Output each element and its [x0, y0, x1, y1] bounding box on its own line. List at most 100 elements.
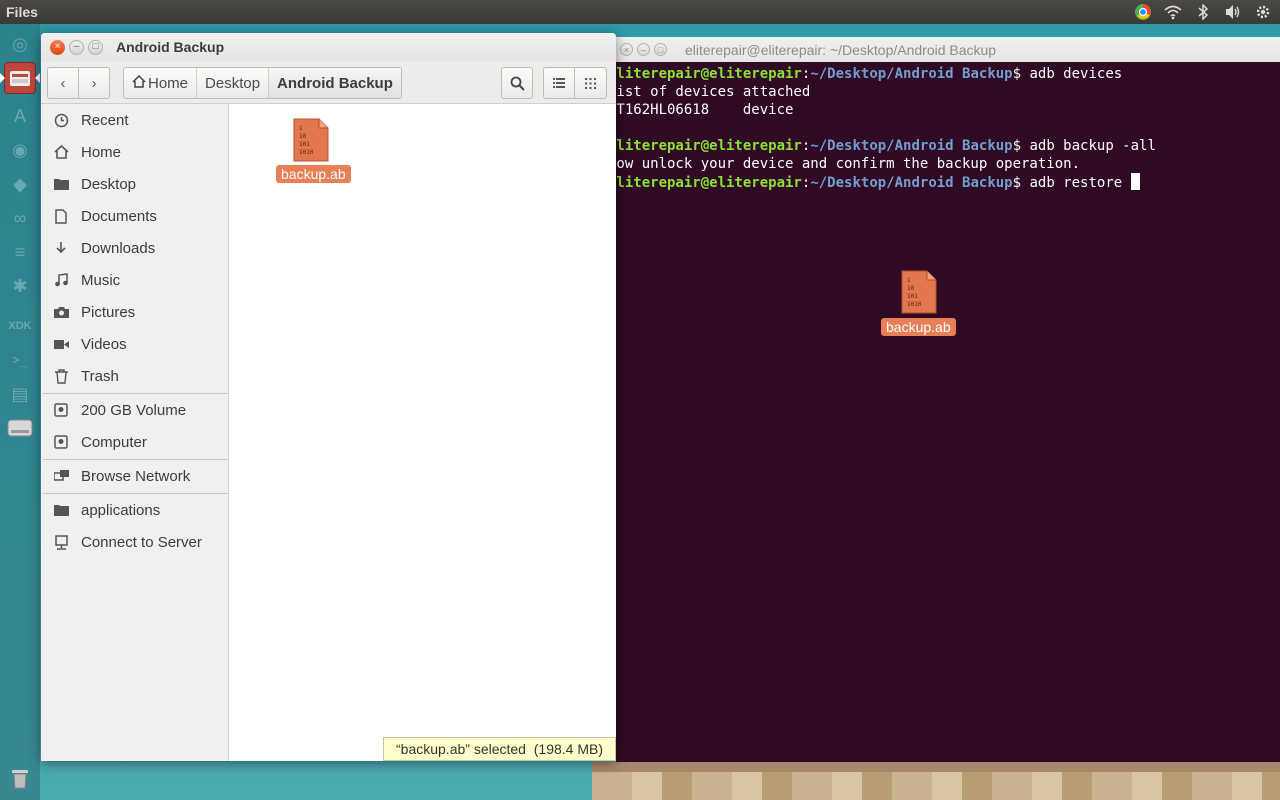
sidebar-item-desktop[interactable]: Desktop	[41, 169, 228, 199]
launcher: ◎ A ◉ ◆ ∞ ≡ ✱ XDK >_ ▤	[0, 24, 40, 800]
sidebar-item-home[interactable]: Home	[41, 137, 228, 167]
prompt-user: eliterepair@eliterepair	[608, 175, 802, 191]
grid-view-icon	[585, 77, 596, 89]
binary-file-icon: 1 10 101 1010	[293, 118, 329, 162]
breadcrumb-android-backup[interactable]: Android Backup	[269, 68, 401, 98]
terminal-icon[interactable]: >_	[4, 344, 36, 376]
prompt-path: ~/Desktop/Android Backup	[810, 138, 1013, 154]
video-icon	[53, 336, 69, 352]
drive-icon	[53, 402, 69, 418]
chevron-left-icon: ‹	[60, 74, 66, 92]
server-icon	[53, 534, 69, 550]
files-window[interactable]: × – □ Android Backup ‹ › Home Desktop An…	[41, 33, 616, 761]
terminal-titlebar[interactable]: × – □ eliterepair@eliterepair: ~/Desktop…	[616, 37, 1280, 62]
sidebar-item-trash[interactable]: Trash	[41, 361, 228, 391]
terminal-output-line: HT162HL06618 device	[608, 102, 794, 118]
terminal-output[interactable]: eliterepair@eliterepair:~/Desktop/Androi…	[608, 65, 1272, 191]
xdk-icon[interactable]: XDK	[4, 310, 36, 342]
files-titlebar[interactable]: × – □ Android Backup	[41, 33, 616, 61]
file-name-label: backup.ab	[276, 165, 351, 183]
drive-icon[interactable]	[4, 412, 36, 444]
sidebar-item-downloads[interactable]: Downloads	[41, 233, 228, 263]
terminal-title: eliterepair@eliterepair: ~/Desktop/Andro…	[685, 41, 997, 58]
game-icon[interactable]: ∞	[4, 202, 36, 234]
desktop-file-label: backup.ab	[881, 318, 956, 336]
terminal-command-line: eliterepair@eliterepair:~/Desktop/Androi…	[608, 173, 1272, 191]
home-icon	[132, 74, 146, 92]
file-item[interactable]: 1 10 101 1010 backup.ab	[273, 110, 353, 190]
desktop-file-item[interactable]: 1 10 101 1010 backup.ab	[881, 268, 961, 340]
wifi-icon[interactable]	[1164, 3, 1182, 21]
sidebar-item-recent[interactable]: Recent	[41, 105, 228, 135]
sidebar-item-music[interactable]: Music	[41, 265, 228, 295]
list-view-button[interactable]	[543, 67, 575, 99]
forward-button[interactable]: ›	[78, 67, 110, 99]
sidebar-item-pictures[interactable]: Pictures	[41, 297, 228, 327]
terminal-window[interactable]: × – □ eliterepair@eliterepair: ~/Desktop…	[608, 37, 1280, 762]
layers-icon[interactable]: ≡	[4, 236, 36, 268]
document-icon	[53, 208, 69, 224]
sidebar-item-volume[interactable]: 200 GB Volume	[41, 395, 228, 425]
download-icon	[53, 240, 69, 256]
minimize-button[interactable]: –	[69, 39, 84, 55]
binary-file-icon: 1 10 101 1010	[901, 270, 937, 314]
command-text: $ adb devices	[1012, 66, 1123, 82]
sidebar-item-applications[interactable]: applications	[41, 495, 228, 525]
svg-text:1010: 1010	[299, 149, 314, 156]
trash-icon[interactable]	[4, 762, 36, 794]
folder-icon	[53, 176, 69, 192]
maximize-button[interactable]: □	[88, 39, 103, 55]
list-view-icon	[553, 78, 565, 88]
running-indicator	[0, 73, 5, 83]
active-app-title: Files	[6, 4, 38, 20]
trash-icon	[53, 368, 69, 384]
files-icon[interactable]	[4, 62, 36, 94]
app-icon[interactable]: ◆	[4, 168, 36, 200]
top-panel: Files	[0, 0, 1280, 24]
search-icon	[510, 76, 525, 91]
svg-text:10: 10	[907, 285, 915, 292]
terminal-output-line: List of devices attached	[608, 84, 811, 100]
terminal-command-line: eliterepair@eliterepair:~/Desktop/Androi…	[608, 137, 1272, 155]
back-button[interactable]: ‹	[47, 67, 79, 99]
folder-icon[interactable]: ▤	[4, 378, 36, 410]
browser-icon[interactable]: ◉	[4, 134, 36, 166]
home-icon	[53, 144, 69, 160]
terminal-output-line: Now unlock your device and confirm the b…	[608, 156, 1081, 172]
prompt-user: eliterepair@eliterepair	[608, 138, 802, 154]
svg-text:1: 1	[299, 125, 303, 132]
bluetooth-icon[interactable]	[1194, 3, 1212, 21]
terminal-maximize-button[interactable]: □	[654, 43, 667, 56]
window-title: Android Backup	[116, 39, 225, 55]
folder-icon	[53, 502, 69, 518]
sidebar-divider	[43, 393, 228, 394]
svg-text:10: 10	[299, 133, 307, 140]
sidebar-item-documents[interactable]: Documents	[41, 201, 228, 231]
breadcrumb-home[interactable]: Home	[124, 68, 198, 98]
file-view[interactable]: 1 10 101 1010 backup.ab “backup.ab” sele…	[230, 104, 616, 761]
terminal-minimize-button[interactable]: –	[637, 43, 650, 56]
breadcrumb-desktop[interactable]: Desktop	[197, 68, 270, 98]
sidebar-item-computer[interactable]: Computer	[41, 427, 228, 457]
software-center-icon[interactable]: A	[4, 100, 36, 132]
chrome-icon[interactable]	[1134, 3, 1152, 21]
sidebar-divider	[43, 459, 228, 460]
computer-icon	[53, 434, 69, 450]
sidebar-item-browse-network[interactable]: Browse Network	[41, 461, 228, 491]
text-cursor	[1130, 173, 1140, 190]
grid-view-button[interactable]	[574, 67, 607, 99]
chevron-right-icon: ›	[91, 74, 97, 92]
sidebar-item-videos[interactable]: Videos	[41, 329, 228, 359]
dash-icon[interactable]: ◎	[4, 28, 36, 60]
network-icon	[53, 468, 69, 484]
terminal-command-line: eliterepair@eliterepair:~/Desktop/Androi…	[608, 65, 1272, 83]
close-button[interactable]: ×	[50, 39, 65, 55]
prompt-user: eliterepair@eliterepair	[608, 66, 802, 82]
star-icon[interactable]: ✱	[4, 270, 36, 302]
settings-icon[interactable]	[1254, 3, 1272, 21]
sidebar-item-connect-to-server[interactable]: Connect to Server	[41, 527, 228, 557]
music-icon	[53, 272, 69, 288]
volume-icon[interactable]	[1224, 3, 1242, 21]
search-button[interactable]	[501, 67, 533, 99]
terminal-close-button[interactable]: ×	[620, 43, 633, 56]
